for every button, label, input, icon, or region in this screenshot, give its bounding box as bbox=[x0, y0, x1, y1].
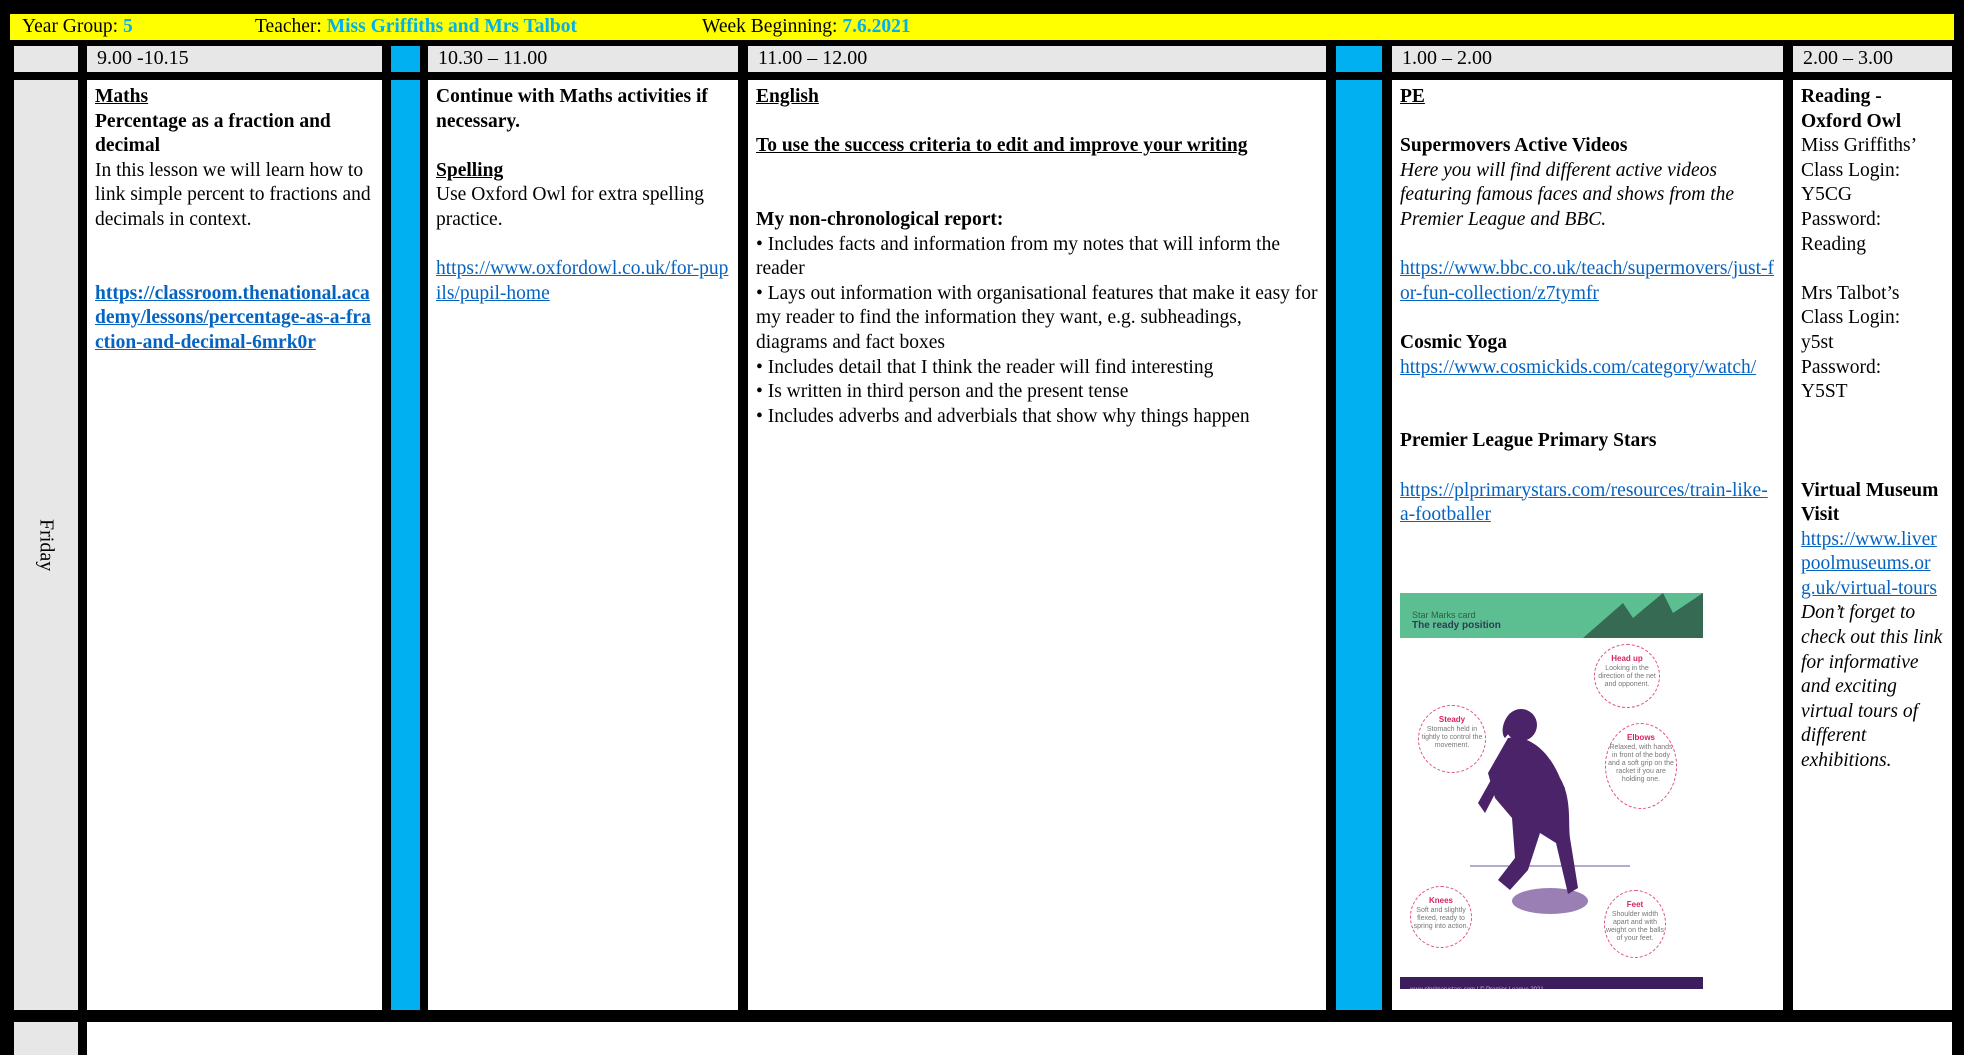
banner-zigzag-icon bbox=[1583, 593, 1703, 638]
supermovers-link[interactable]: https://www.bbc.co.uk/teach/supermovers/… bbox=[1400, 258, 1774, 304]
reading-cell: Reading - Oxford Owl Miss Griffiths’ Cla… bbox=[1793, 80, 1952, 1010]
english-title: English bbox=[756, 86, 819, 107]
report-title: My non-chronological report: bbox=[756, 208, 1004, 230]
login-griffiths-password: Reading bbox=[1801, 233, 1866, 255]
primary-stars-link[interactable]: https://plprimarystars.com/resources/tra… bbox=[1400, 480, 1768, 526]
teacher: Teacher: Miss Griffiths and Mrs Talbot bbox=[255, 16, 578, 37]
pe-cell: PE Supermovers Active Videos Here you wi… bbox=[1392, 80, 1783, 1010]
criteria-item: • Includes detail that I think the reade… bbox=[756, 356, 1214, 378]
password-label: Password: bbox=[1801, 208, 1882, 230]
time-slot-1: 9.00 -10.15 bbox=[87, 46, 382, 72]
feet-bubble: Feet Shoulder width apart and with weight… bbox=[1604, 890, 1666, 958]
criteria-item: • Is written in third person and the pre… bbox=[756, 381, 1129, 403]
login-talbot-label: Mrs Talbot’s Class Login: bbox=[1801, 282, 1901, 329]
day-cell: Friday bbox=[14, 80, 78, 1010]
maths-title: Maths bbox=[95, 86, 149, 107]
continue-maths: Continue with Maths activities if necess… bbox=[436, 86, 708, 132]
poster-footer: www.plprimarystars.com | © Premier Leagu… bbox=[1400, 977, 1703, 989]
maths-subtitle: Percentage as a fraction and decimal bbox=[95, 110, 331, 157]
spelling-title: Spelling bbox=[436, 159, 504, 181]
spelling-body: Use Oxford Owl for extra spelling practi… bbox=[436, 184, 705, 230]
break-column-1 bbox=[391, 80, 420, 1010]
maths-cell: Maths Percentage as a fraction and decim… bbox=[87, 80, 382, 1010]
supermovers-title: Supermovers Active Videos bbox=[1400, 135, 1628, 157]
break-header-2 bbox=[1336, 46, 1382, 72]
english-cell: English To use the success criteria to e… bbox=[748, 80, 1326, 1010]
time-slot-2: 10.30 – 11.00 bbox=[428, 46, 738, 72]
museum-link[interactable]: https://www.liverpoolmuseums.org.uk/virt… bbox=[1801, 529, 1937, 599]
cosmic-yoga-link[interactable]: https://www.cosmickids.com/category/watc… bbox=[1400, 357, 1756, 378]
login-griffiths-user: Y5CG bbox=[1801, 184, 1852, 206]
header-bar: Year Group: 5 Teacher: Miss Griffiths an… bbox=[10, 14, 1954, 40]
cosmic-yoga-title: Cosmic Yoga bbox=[1400, 331, 1508, 353]
english-objective: To use the success criteria to edit and … bbox=[756, 135, 1248, 157]
week-beginning: Week Beginning: 7.6.2021 bbox=[702, 16, 911, 37]
elbows-bubble: Elbows Relaxed, with hands in front of th… bbox=[1605, 723, 1677, 809]
poster-card-title: The ready position bbox=[1412, 620, 1501, 631]
criteria-item: • Lays out information with organisation… bbox=[756, 282, 1318, 353]
spelling-link[interactable]: https://www.oxfordowl.co.uk/for-pupils/p… bbox=[436, 258, 728, 304]
primary-stars-title: Premier League Primary Stars bbox=[1400, 430, 1657, 452]
time-slot-4: 1.00 – 2.00 bbox=[1392, 46, 1783, 72]
maths-body: In this lesson we will learn how to link… bbox=[95, 159, 371, 230]
maths-lesson-link[interactable]: https://classroom.thenational.academy/le… bbox=[95, 283, 371, 353]
time-slot-3: 11.00 – 12.00 bbox=[748, 46, 1326, 72]
museum-note: Don’t forget to check out this link for … bbox=[1801, 602, 1943, 772]
poster-banner: Star Marks card The ready position bbox=[1400, 593, 1703, 638]
break-column-2 bbox=[1336, 80, 1382, 1010]
bottom-day-cell bbox=[14, 1022, 78, 1055]
time-header-blank bbox=[14, 46, 78, 72]
time-slot-5: 2.00 – 3.00 bbox=[1793, 46, 1952, 72]
reading-title: Reading - Oxford Owl bbox=[1801, 86, 1902, 132]
criteria-item: • Includes facts and information from my… bbox=[756, 233, 1280, 280]
login-talbot-password: Y5ST bbox=[1801, 381, 1848, 403]
criteria-item: • Includes adverbs and adverbials that s… bbox=[756, 405, 1250, 427]
login-griffiths-label: Miss Griffiths’ Class Login: bbox=[1801, 135, 1916, 181]
museum-title: Virtual Museum Visit bbox=[1801, 479, 1939, 526]
pe-title: PE bbox=[1400, 86, 1425, 107]
knees-bubble: Knees Soft and slightly flexed, ready to … bbox=[1410, 886, 1472, 948]
supermovers-description: Here you will find different active vide… bbox=[1400, 159, 1735, 230]
bottom-content-cell bbox=[87, 1022, 1952, 1055]
year-group: Year Group: 5 bbox=[22, 16, 133, 37]
head-up-bubble: Head up Looking in the direction of the n… bbox=[1594, 644, 1660, 708]
password-label: Password: bbox=[1801, 356, 1882, 378]
login-talbot-user: y5st bbox=[1801, 331, 1834, 353]
steady-bubble: Steady Stomach held in tightly to control… bbox=[1418, 705, 1486, 773]
ready-position-poster: Star Marks card The ready position Head … bbox=[1400, 593, 1703, 989]
day-label: Friday bbox=[35, 518, 58, 572]
session2-cell: Continue with Maths activities if necess… bbox=[428, 80, 738, 1010]
break-header-1 bbox=[391, 46, 420, 72]
